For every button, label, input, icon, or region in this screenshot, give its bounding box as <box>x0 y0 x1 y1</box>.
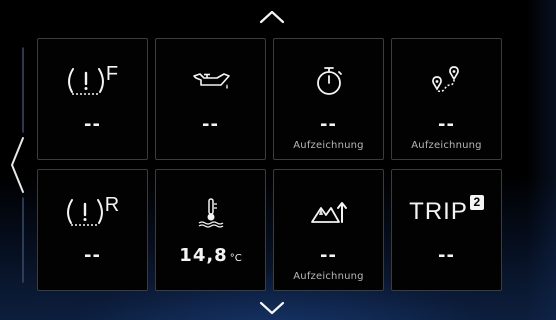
altitude-subtitle: Aufzeichnung <box>293 271 364 282</box>
coolant-temperature-number: 14,8 <box>179 245 228 266</box>
chevron-down-icon[interactable] <box>258 300 286 316</box>
app-screen: F -- -- -- Aufzeichnung -- Aufzeichnung … <box>0 0 556 320</box>
trip-value: -- <box>438 245 455 266</box>
tile-route[interactable]: -- Aufzeichnung <box>391 38 502 160</box>
tile-coolant-temperature[interactable]: 14,8 °C <box>155 169 266 291</box>
trip-label: TRIP <box>409 198 468 225</box>
tile-tire-pressure-front[interactable]: F -- <box>37 38 148 160</box>
stopwatch-value: -- <box>320 114 337 135</box>
right-edge-glow <box>526 0 556 320</box>
tile-trip-2[interactable]: TRIP 2 -- <box>391 169 502 291</box>
info-tile-grid: F -- -- -- Aufzeichnung -- Aufzeichnung … <box>37 38 502 291</box>
coolant-temperature-unit: °C <box>229 253 242 264</box>
tire-rear-letter: R <box>104 193 120 216</box>
back-chevron-icon[interactable] <box>6 40 30 290</box>
tire-pressure-front-icon: F <box>38 63 147 99</box>
oil-level-icon <box>156 63 265 99</box>
trip-number-badge: 2 <box>469 195 484 210</box>
tile-altitude[interactable]: -- Aufzeichnung <box>273 169 384 291</box>
route-pin-icon <box>392 63 501 99</box>
altitude-value: -- <box>320 245 337 266</box>
tire-front-letter: F <box>105 62 119 85</box>
route-subtitle: Aufzeichnung <box>411 140 482 151</box>
stopwatch-subtitle: Aufzeichnung <box>293 140 364 151</box>
oil-level-value: -- <box>202 114 219 135</box>
tile-oil-level[interactable]: -- <box>155 38 266 160</box>
chevron-up-icon[interactable] <box>258 9 286 25</box>
trip-icon: TRIP 2 <box>392 194 501 230</box>
tire-pressure-front-value: -- <box>84 114 101 135</box>
tile-tire-pressure-rear[interactable]: R -- <box>37 169 148 291</box>
coolant-temperature-icon <box>156 194 265 230</box>
coolant-temperature-value: 14,8 °C <box>156 246 265 269</box>
altitude-icon <box>274 194 383 230</box>
route-value: -- <box>438 114 455 135</box>
tile-stopwatch[interactable]: -- Aufzeichnung <box>273 38 384 160</box>
stopwatch-icon <box>274 63 383 99</box>
tire-pressure-rear-icon: R <box>38 194 147 230</box>
tire-pressure-rear-value: -- <box>84 245 101 266</box>
